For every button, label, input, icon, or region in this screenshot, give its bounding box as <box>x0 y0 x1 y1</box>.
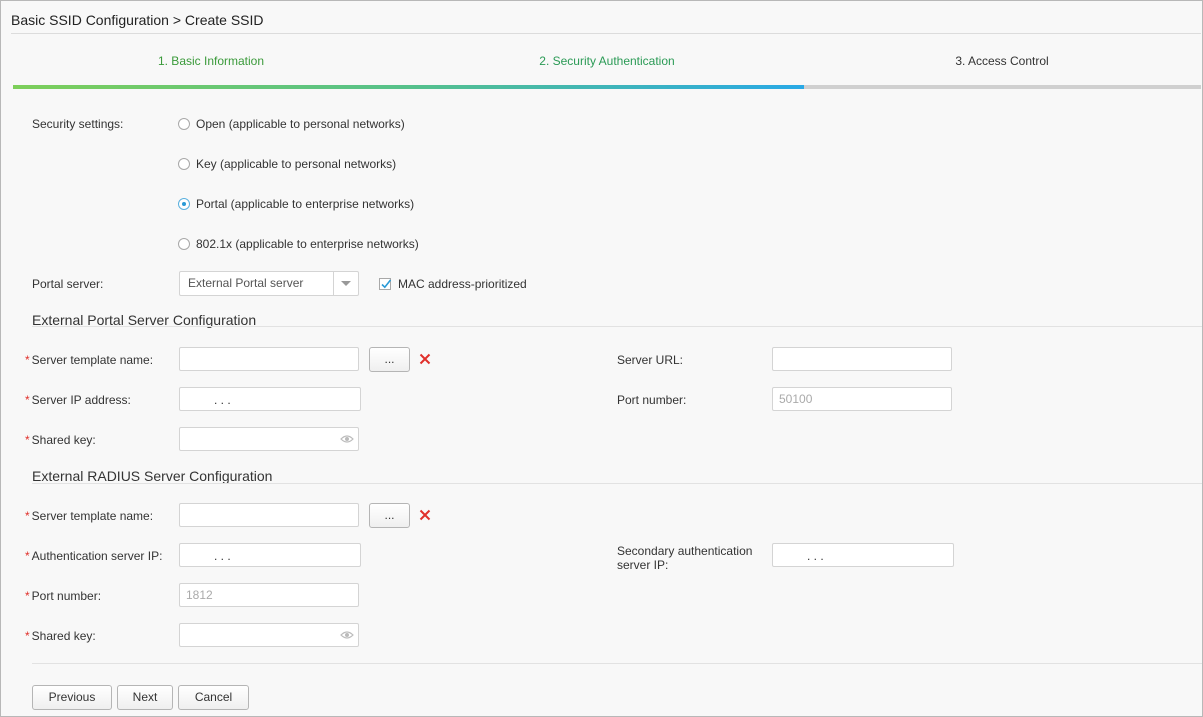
radius-port-label-text: Port number: <box>31 589 102 603</box>
eye-icon[interactable] <box>340 434 354 444</box>
radius-key-label: * Shared key: <box>25 629 96 643</box>
radius-key-label-text: Shared key: <box>31 629 96 643</box>
radio-key-label: Key (applicable to personal networks) <box>196 157 397 171</box>
radio-portal-label: Portal (applicable to enterprise network… <box>196 197 415 211</box>
footer-divider <box>32 663 1202 664</box>
portal-template-label-text: Server template name: <box>31 353 154 367</box>
required-mark: * <box>25 393 30 407</box>
server-url-label: Server URL: <box>617 353 684 367</box>
ip-separators: . . . <box>214 549 231 563</box>
radio-key-button[interactable] <box>178 158 190 170</box>
radius-port-input[interactable]: 1812 <box>179 583 359 607</box>
eye-icon[interactable] <box>340 630 354 640</box>
radio-open-label: Open (applicable to personal networks) <box>196 117 405 131</box>
radius-key-input[interactable] <box>179 623 359 647</box>
radio-8021x-label: 802.1x (applicable to enterprise network… <box>196 237 419 251</box>
required-mark: * <box>25 629 30 643</box>
portal-section-divider <box>32 326 1202 327</box>
portal-server-value: External Portal server <box>188 276 304 290</box>
required-mark: * <box>25 433 30 447</box>
required-mark: * <box>25 589 30 603</box>
mac-prioritized-label: MAC address-prioritized <box>398 277 527 291</box>
progress-fill <box>13 85 804 89</box>
select-separator <box>333 272 334 295</box>
breadcrumb: Basic SSID Configuration > Create SSID <box>11 12 264 28</box>
portal-template-input[interactable] <box>179 347 359 371</box>
portal-port-input[interactable]: 50100 <box>772 387 952 411</box>
portal-ip-input[interactable]: . . . <box>179 387 361 411</box>
create-ssid-window: Basic SSID Configuration > Create SSID 1… <box>0 0 1203 717</box>
header-divider <box>11 33 1201 34</box>
required-mark: * <box>25 549 30 563</box>
radius-port-label: * Port number: <box>25 589 101 603</box>
radius-template-input[interactable] <box>179 503 359 527</box>
cancel-button[interactable]: Cancel <box>178 685 249 710</box>
portal-template-browse-button[interactable]: ... <box>369 347 410 372</box>
radio-open-button[interactable] <box>178 118 190 130</box>
radio-portal-button[interactable] <box>178 198 190 210</box>
ip-separators: . . . <box>214 393 231 407</box>
mac-prioritized-checkbox[interactable] <box>379 278 392 290</box>
chevron-down-icon[interactable] <box>341 281 351 286</box>
required-mark: * <box>25 353 30 367</box>
server-url-input[interactable] <box>772 347 952 371</box>
portal-ip-label-text: Server IP address: <box>31 393 131 407</box>
portal-server-label: Portal server: <box>32 277 104 291</box>
ip-separators: . . . <box>807 549 824 563</box>
radio-8021x[interactable]: 802.1x (applicable to enterprise network… <box>178 237 419 251</box>
portal-server-select[interactable]: External Portal server <box>179 271 359 296</box>
radio-portal[interactable]: Portal (applicable to enterprise network… <box>178 197 414 211</box>
step-basic-information[interactable]: 1. Basic Information <box>61 54 361 68</box>
portal-key-label-text: Shared key: <box>31 433 96 447</box>
portal-key-input[interactable] <box>179 427 359 451</box>
security-settings-label: Security settings: <box>32 117 124 131</box>
next-button[interactable]: Next <box>117 685 173 710</box>
portal-ip-label: * Server IP address: <box>25 393 131 407</box>
radio-key[interactable]: Key (applicable to personal networks) <box>178 157 396 171</box>
required-mark: * <box>25 509 30 523</box>
radius-template-delete-icon[interactable] <box>419 509 431 521</box>
checkmark-icon <box>381 279 392 289</box>
external-radius-section-title: External RADIUS Server Configuration <box>32 468 273 484</box>
radius-template-label: * Server template name: <box>25 509 153 523</box>
portal-port-label: Port number: <box>617 393 687 407</box>
portal-template-delete-icon[interactable] <box>419 353 431 365</box>
radius-template-label-text: Server template name: <box>31 509 154 523</box>
radio-8021x-button[interactable] <box>178 238 190 250</box>
radius-section-divider <box>32 483 1202 484</box>
auth-server-ip-label: * Authentication server IP: <box>25 549 162 563</box>
step-security-authentication[interactable]: 2. Security Authentication <box>457 54 757 68</box>
portal-key-label: * Shared key: <box>25 433 96 447</box>
radio-open[interactable]: Open (applicable to personal networks) <box>178 117 405 131</box>
radius-template-browse-button[interactable]: ... <box>369 503 410 528</box>
auth-server-ip-label-text: Authentication server IP: <box>31 549 163 563</box>
step-access-control[interactable]: 3. Access Control <box>852 54 1152 68</box>
auth-server-ip-input[interactable]: . . . <box>179 543 361 567</box>
portal-template-label: * Server template name: <box>25 353 153 367</box>
previous-button[interactable]: Previous <box>32 685 112 710</box>
secondary-auth-ip-label: Secondary authentication server IP: <box>617 544 753 572</box>
secondary-auth-ip-input[interactable]: . . . <box>772 543 954 567</box>
